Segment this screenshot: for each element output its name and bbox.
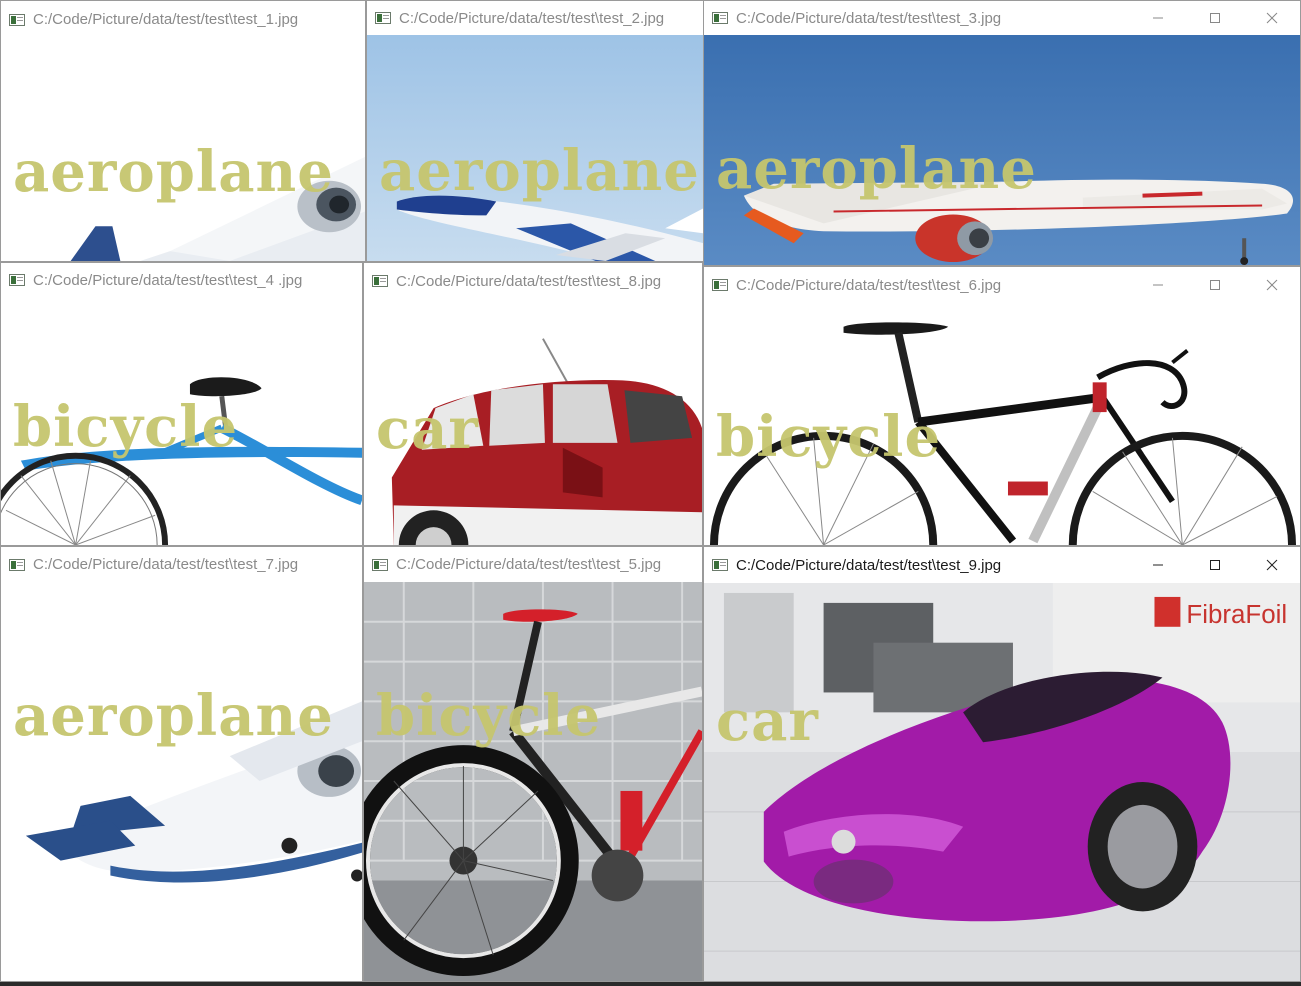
prediction-label: aeroplane xyxy=(13,683,334,749)
prediction-label: aeroplane xyxy=(379,138,700,204)
window-titlebar[interactable]: C:/Code/Picture/data/test/test\test_3.jp… xyxy=(704,1,1300,35)
app-window-icon xyxy=(372,275,388,287)
aeroplane-photo xyxy=(1,582,362,981)
minimize-button[interactable] xyxy=(1129,547,1186,583)
image-canvas: FibraFoil car xyxy=(704,583,1300,981)
window-title: C:/Code/Picture/data/test/test\test_4 .j… xyxy=(33,271,303,289)
prediction-label: aeroplane xyxy=(13,139,334,205)
prediction-label: car xyxy=(376,396,479,462)
window-titlebar[interactable]: C:/Code/Picture/data/test/test\test_7.jp… xyxy=(1,547,362,582)
window-titlebar[interactable]: C:/Code/Picture/data/test/test\test_5.jp… xyxy=(364,547,702,582)
window-titlebar[interactable]: C:/Code/Picture/data/test/test\test_4 .j… xyxy=(1,263,362,297)
image-canvas: bicycle xyxy=(364,582,702,981)
window-title: C:/Code/Picture/data/test/test\test_6.jp… xyxy=(736,276,1002,294)
image-window-2[interactable]: C:/Code/Picture/data/test/test\test_2.jp… xyxy=(366,0,704,262)
window-title: C:/Code/Picture/data/test/test\test_1.jp… xyxy=(33,11,299,28)
window-title: C:/Code/Picture/data/test/test\test_7.jp… xyxy=(33,556,299,573)
window-titlebar[interactable]: C:/Code/Picture/data/test/test\test_6.jp… xyxy=(704,267,1300,303)
image-canvas: aeroplane xyxy=(367,35,703,261)
app-window-icon xyxy=(712,12,728,24)
prediction-label: bicycle xyxy=(13,394,239,460)
app-window-icon xyxy=(712,559,728,571)
prediction-label: aeroplane xyxy=(716,136,1037,202)
minimize-button[interactable] xyxy=(1129,1,1186,35)
image-canvas: aeroplane xyxy=(1,38,365,261)
image-window-7[interactable]: C:/Code/Picture/data/test/test\test_7.jp… xyxy=(0,546,363,982)
close-button[interactable] xyxy=(1243,1,1300,35)
image-canvas: bicycle xyxy=(1,297,362,545)
close-icon xyxy=(1266,12,1277,24)
bicycle-photo xyxy=(364,582,702,981)
maximize-icon xyxy=(1209,560,1220,570)
window-title: C:/Code/Picture/data/test/test\test_2.jp… xyxy=(399,9,665,27)
image-window-9[interactable]: C:/Code/Picture/data/test/test\test_9.jp… xyxy=(703,546,1301,982)
window-title: C:/Code/Picture/data/test/test\test_3.jp… xyxy=(736,9,1002,27)
prediction-label: car xyxy=(716,688,819,754)
minimize-icon xyxy=(1152,284,1163,286)
window-titlebar[interactable]: C:/Code/Picture/data/test/test\test_8.jp… xyxy=(364,263,702,299)
window-titlebar[interactable]: C:/Code/Picture/data/test/test\test_9.jp… xyxy=(704,547,1300,583)
close-button[interactable] xyxy=(1243,267,1300,303)
app-window-icon xyxy=(9,13,25,26)
minimize-button[interactable] xyxy=(1129,267,1186,303)
close-button[interactable] xyxy=(1243,547,1300,583)
app-window-icon xyxy=(9,558,25,571)
image-canvas: aeroplane xyxy=(1,582,362,981)
image-window-6[interactable]: C:/Code/Picture/data/test/test\test_6.jp… xyxy=(703,266,1301,546)
image-window-4[interactable]: C:/Code/Picture/data/test/test\test_4 .j… xyxy=(0,262,363,546)
close-icon xyxy=(1266,559,1277,571)
maximize-button[interactable] xyxy=(1186,267,1243,303)
image-window-3[interactable]: C:/Code/Picture/data/test/test\test_3.jp… xyxy=(703,0,1301,266)
minimize-icon xyxy=(1152,17,1163,19)
close-icon xyxy=(1266,279,1277,291)
app-window-icon xyxy=(712,279,728,291)
image-window-1[interactable]: C:/Code/Picture/data/test/test\test_1.jp… xyxy=(0,0,366,262)
maximize-icon xyxy=(1209,13,1220,23)
image-window-8[interactable]: C:/Code/Picture/data/test/test\test_5.jp… xyxy=(363,546,703,982)
app-window-icon xyxy=(372,558,388,571)
image-canvas: bicycle xyxy=(704,303,1300,545)
image-canvas: car xyxy=(364,299,702,545)
window-titlebar[interactable]: C:/Code/Picture/data/test/test\test_1.jp… xyxy=(1,1,365,38)
image-window-5[interactable]: C:/Code/Picture/data/test/test\test_8.jp… xyxy=(363,262,703,546)
car-photo: FibraFoil xyxy=(704,583,1300,981)
maximize-button[interactable] xyxy=(1186,1,1243,35)
maximize-icon xyxy=(1209,280,1220,290)
prediction-label: bicycle xyxy=(716,404,942,470)
window-titlebar[interactable]: C:/Code/Picture/data/test/test\test_2.jp… xyxy=(367,1,703,35)
image-canvas: aeroplane xyxy=(704,35,1300,265)
prediction-label: bicycle xyxy=(376,683,602,749)
maximize-button[interactable] xyxy=(1186,547,1243,583)
app-window-icon xyxy=(375,12,391,24)
window-title: C:/Code/Picture/data/test/test\test_5.jp… xyxy=(396,556,662,573)
window-title: C:/Code/Picture/data/test/test\test_8.jp… xyxy=(396,272,662,290)
fibrafoil-sign: FibraFoil xyxy=(1186,601,1287,629)
minimize-icon xyxy=(1152,564,1163,566)
app-window-icon xyxy=(9,274,25,286)
window-title: C:/Code/Picture/data/test/test\test_9.jp… xyxy=(736,556,1002,574)
